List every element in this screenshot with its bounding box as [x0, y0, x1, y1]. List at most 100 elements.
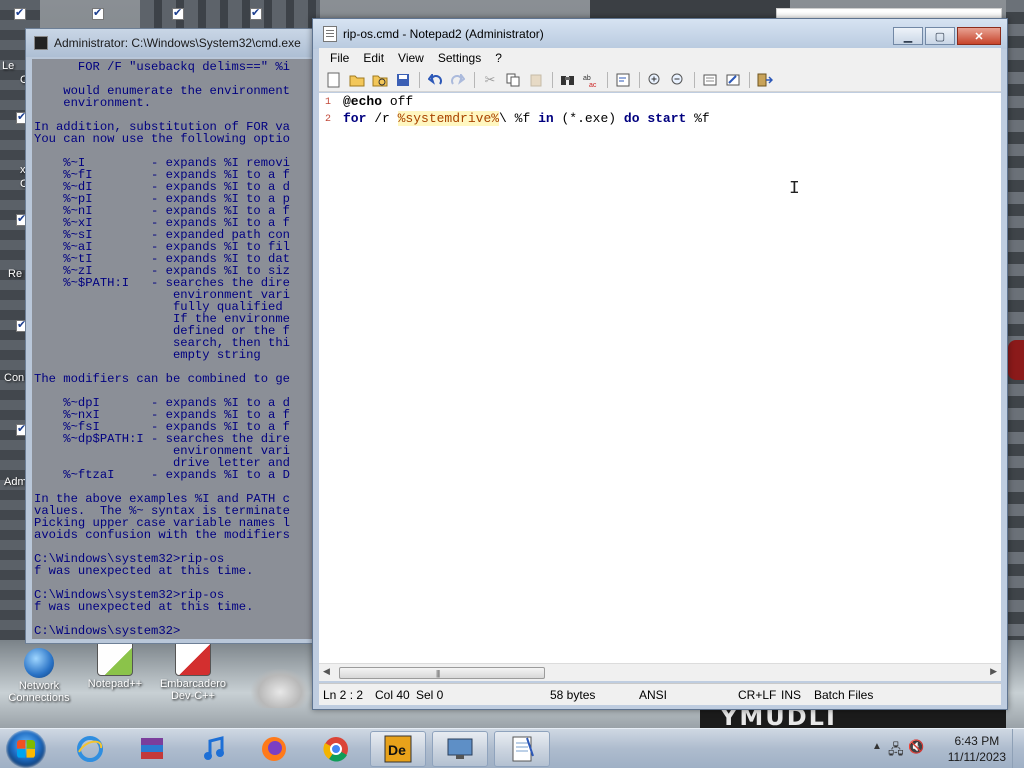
open-icon[interactable]: [348, 71, 366, 89]
customize-icon[interactable]: [724, 71, 742, 89]
notepad2-window-title: rip-os.cmd - Notepad2 (Administrator): [343, 27, 544, 41]
menu-help[interactable]: ?: [488, 51, 509, 65]
line-number-gutter: [319, 93, 337, 663]
menu-edit[interactable]: Edit: [356, 51, 391, 65]
svg-text:ab: ab: [583, 75, 591, 82]
menu-settings[interactable]: Settings: [431, 51, 488, 65]
taskbar-remote-desktop[interactable]: [432, 731, 488, 767]
desktop-icon-notepadpp[interactable]: Notepad++: [78, 640, 152, 690]
start-button[interactable]: [6, 730, 46, 768]
cmd-console-output[interactable]: FOR /F "usebackq delims==" %i would enum…: [32, 59, 324, 639]
wordwrap-icon[interactable]: [614, 71, 632, 89]
code-token-variable: %systemdrive%: [397, 111, 500, 126]
zoom-out-icon[interactable]: [669, 71, 687, 89]
browse-icon[interactable]: [371, 71, 389, 89]
icon-select-checkbox[interactable]: [172, 6, 184, 20]
tray-expand-arrow-icon[interactable]: ▲: [872, 741, 882, 752]
exit-icon[interactable]: [756, 71, 774, 89]
line-number: 1: [325, 97, 332, 108]
taskbar-firefox[interactable]: [246, 731, 302, 767]
wallpaper-building-top-right: [590, 0, 790, 20]
notepad2-window[interactable]: rip-os.cmd - Notepad2 (Administrator) ▁ …: [312, 18, 1008, 710]
network-tray-icon[interactable]: 🖧: [888, 739, 904, 763]
undo-icon[interactable]: [426, 71, 444, 89]
desktop-icon-devcpp[interactable]: Embarcadero Dev-C++: [156, 640, 230, 702]
taskbar-winrar[interactable]: [124, 731, 180, 767]
desktop-label-fragment[interactable]: Le: [2, 60, 14, 72]
tray-clock[interactable]: 6:43 PM 11/11/2023: [948, 733, 1006, 765]
toolbar-separator: [749, 71, 750, 88]
status-encoding[interactable]: ANSI: [639, 688, 667, 702]
scrollbar-thumb[interactable]: |||: [339, 667, 545, 679]
taskbar-embarcadero-dev[interactable]: De: [370, 731, 426, 767]
taskbar-notepad2[interactable]: [494, 731, 550, 767]
replace-icon[interactable]: ab ac: [582, 71, 600, 89]
toolbar-separator: [552, 71, 553, 88]
status-line-ending[interactable]: CR+LF: [738, 688, 776, 702]
notepad2-titlebar[interactable]: rip-os.cmd - Notepad2 (Administrator) ▁ …: [313, 19, 1007, 49]
cut-icon[interactable]: ✂: [481, 71, 499, 89]
desktop-label-fragment[interactable]: Re: [8, 268, 22, 280]
scheme-icon[interactable]: [701, 71, 719, 89]
editor-area[interactable]: 1 2 @echo off for /r %systemdrive%\ %f i…: [319, 93, 1001, 663]
desktop-label-fragment[interactable]: Con: [4, 372, 24, 384]
horizontal-scrollbar[interactable]: ◀ ||| ▶: [319, 663, 1001, 681]
clock-time: 6:43 PM: [954, 734, 1000, 748]
menu-file[interactable]: File: [323, 51, 356, 65]
code-token-keyword: in: [538, 111, 554, 126]
toolbar: ✂ ab ac: [319, 68, 1001, 92]
cmd-app-icon: [34, 36, 48, 50]
desktop-icon-label: Connections: [8, 692, 70, 704]
icon-select-checkbox[interactable]: [92, 6, 104, 20]
wallpaper-car: [250, 668, 310, 708]
copy-icon[interactable]: [504, 71, 522, 89]
firefox-icon: [262, 737, 286, 761]
status-selection: Sel 0: [416, 688, 444, 702]
desktop-icon-label: Network: [18, 680, 60, 692]
code-token: (*.exe): [553, 111, 624, 126]
code-token: off: [382, 94, 414, 109]
code-line-1: @echo off: [343, 94, 413, 109]
code-token-keyword: for: [343, 111, 367, 126]
system-tray: ▲ 🖧 🔇 6:43 PM 11/11/2023: [864, 729, 1024, 768]
toolbar-separator: [694, 71, 695, 88]
winrar-icon: [141, 738, 163, 759]
scroll-left-arrow-icon[interactable]: ◀: [323, 666, 330, 677]
minimize-button[interactable]: ▁: [893, 27, 923, 45]
icon-select-checkbox[interactable]: [250, 6, 262, 20]
cmd-window[interactable]: Administrator: C:\Windows\System32\cmd.e…: [25, 28, 325, 644]
taskbar-internet-explorer[interactable]: [62, 731, 118, 767]
redo-icon[interactable]: [449, 71, 467, 89]
desktop-label-fragment[interactable]: Adm: [4, 476, 27, 488]
menu-view[interactable]: View: [391, 51, 431, 65]
cmd-output-line: You can now use the following optio: [34, 132, 290, 146]
volume-muted-icon[interactable]: 🔇: [908, 739, 924, 755]
save-icon[interactable]: [394, 71, 412, 89]
code-token-echo: @echo: [343, 94, 383, 109]
music-note-icon: [204, 736, 224, 760]
new-icon[interactable]: [325, 71, 343, 89]
desktop-icon-label: Notepad++: [87, 678, 143, 690]
status-line-position: Ln 2 : 2: [323, 688, 364, 702]
toolbar-separator: [419, 71, 420, 88]
taskbar-itunes[interactable]: [186, 731, 242, 767]
cmd-output-line: C:\Windows\system32>: [34, 624, 181, 638]
taskbar-chrome[interactable]: [308, 731, 364, 767]
show-desktop-button[interactable]: [1012, 729, 1024, 768]
cmd-titlebar[interactable]: Administrator: C:\Windows\System32\cmd.e…: [26, 29, 324, 57]
desktop-icon-label: Embarcadero: [159, 678, 227, 690]
chrome-icon: [323, 737, 348, 762]
desktop-icon-network-connections[interactable]: Network Connections: [2, 648, 76, 704]
network-globe-icon: [24, 648, 54, 678]
maximize-button[interactable]: ▢: [925, 27, 955, 45]
icon-select-checkbox[interactable]: [14, 6, 26, 20]
find-icon[interactable]: [559, 71, 577, 89]
status-insert-mode[interactable]: INS: [781, 688, 801, 702]
close-button[interactable]: ✕: [957, 27, 1001, 45]
cmd-output-line: avoids confusion with the modifiers: [34, 528, 290, 542]
scroll-right-arrow-icon[interactable]: ▶: [990, 666, 997, 677]
status-column: Col 40: [375, 688, 410, 702]
status-scheme[interactable]: Batch Files: [814, 688, 873, 702]
zoom-in-icon[interactable]: [646, 71, 664, 89]
paste-icon[interactable]: [527, 71, 545, 89]
